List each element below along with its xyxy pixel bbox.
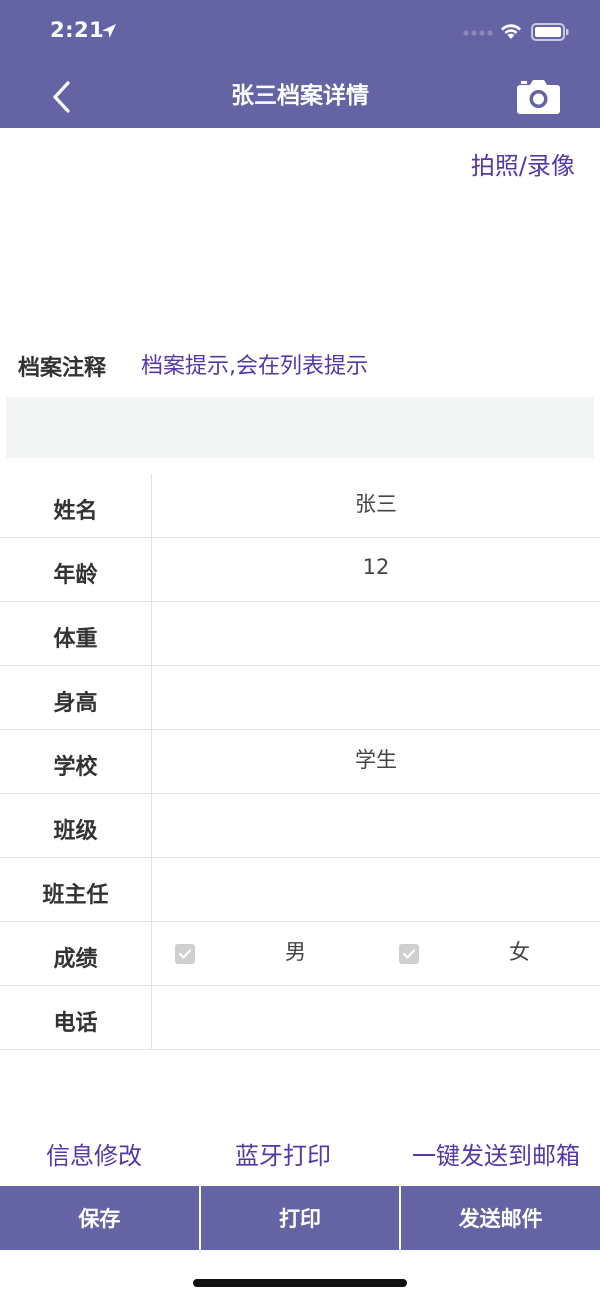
row-label-weight: 体重 — [0, 602, 152, 665]
table-row: 姓名 张三 — [0, 474, 600, 538]
send-email-button[interactable]: 发送邮件 — [399, 1186, 600, 1250]
age-field[interactable]: 12 — [152, 538, 600, 601]
row-label-name: 姓名 — [0, 474, 152, 537]
camera-icon[interactable] — [516, 76, 561, 116]
signal-icon — [463, 30, 493, 36]
note-input-area[interactable] — [6, 397, 594, 458]
weight-field[interactable] — [152, 602, 600, 665]
male-label: 男 — [285, 940, 306, 964]
check-icon — [402, 949, 416, 959]
status-time: 2:21 — [50, 18, 105, 42]
bluetooth-print-link[interactable]: 蓝牙打印 — [235, 1136, 331, 1171]
table-row: 班级 — [0, 794, 600, 858]
profile-table: 姓名 张三 年龄 12 体重 身高 学校 学生 班级 班主任 成绩 男 女 电话 — [0, 474, 600, 1050]
name-field[interactable]: 张三 — [152, 474, 600, 537]
note-value[interactable]: 档案提示,会在列表提示 — [141, 348, 368, 380]
row-label-phone: 电话 — [0, 986, 152, 1049]
location-arrow-icon — [102, 24, 116, 38]
table-row: 班主任 — [0, 858, 600, 922]
battery-icon — [531, 23, 569, 41]
save-button[interactable]: 保存 — [0, 1186, 199, 1250]
height-field[interactable] — [152, 666, 600, 729]
male-checkbox[interactable] — [175, 944, 195, 964]
row-label-age: 年龄 — [0, 538, 152, 601]
note-label: 档案注释 — [18, 356, 107, 381]
table-row: 体重 — [0, 602, 600, 666]
table-row: 身高 — [0, 666, 600, 730]
table-row: 电话 — [0, 986, 600, 1050]
row-label-height: 身高 — [0, 666, 152, 729]
nav-header: 2:21 张三档案详情 — [0, 0, 600, 128]
status-bar: 2:21 — [0, 0, 600, 64]
edit-info-link[interactable]: 信息修改 — [46, 1136, 142, 1171]
table-row: 年龄 12 — [0, 538, 600, 602]
teacher-field[interactable] — [152, 858, 600, 921]
table-row: 成绩 男 女 — [0, 922, 600, 986]
row-label-school: 学校 — [0, 730, 152, 793]
row-label-score: 成绩 — [0, 922, 152, 985]
row-label-teacher: 班主任 — [0, 858, 152, 921]
phone-field[interactable] — [152, 986, 600, 1049]
school-field[interactable]: 学生 — [152, 730, 600, 793]
table-row: 学校 学生 — [0, 730, 600, 794]
wifi-icon — [501, 24, 521, 39]
female-label: 女 — [509, 940, 530, 964]
check-icon — [178, 949, 192, 959]
page-title: 张三档案详情 — [231, 83, 369, 109]
home-indicator[interactable] — [193, 1279, 407, 1287]
bottom-action-bar: 保存 打印 发送邮件 — [0, 1186, 600, 1250]
send-to-email-link[interactable]: 一键发送到邮箱 — [412, 1136, 580, 1171]
photo-video-link[interactable]: 拍照/录像 — [471, 146, 575, 181]
class-field[interactable] — [152, 794, 600, 857]
print-button[interactable]: 打印 — [198, 1186, 400, 1250]
row-label-class: 班级 — [0, 794, 152, 857]
female-checkbox[interactable] — [399, 944, 419, 964]
